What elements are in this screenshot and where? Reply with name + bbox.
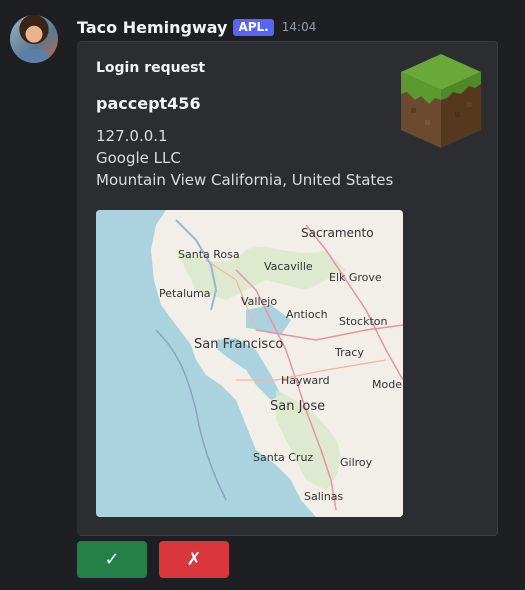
map-label-san-francisco: San Francisco	[194, 337, 283, 352]
map-label-elk-grove: Elk Grove	[329, 271, 382, 284]
map-label-hayward: Hayward	[281, 374, 330, 387]
embed-location: Mountain View California, United States	[96, 171, 394, 189]
app-badge: APL.	[233, 18, 274, 36]
map-label-vallejo: Vallejo	[241, 295, 277, 308]
message-header: Taco Hemingway APL. 14:04	[77, 15, 316, 39]
close-icon: ✗	[186, 549, 202, 570]
map-label-gilroy: Gilroy	[340, 456, 373, 469]
embed-org: Google LLC	[96, 149, 181, 167]
login-request-embed: Login request paccept456 127.0.0.1 Googl…	[77, 41, 498, 536]
embed-ip: 127.0.0.1	[96, 127, 168, 145]
map-label-tracy: Tracy	[334, 346, 364, 359]
map-label-santa-cruz: Santa Cruz	[253, 451, 313, 464]
map-label-san-jose: San Jose	[270, 399, 325, 414]
accept-button[interactable]: ✓	[77, 541, 147, 578]
map-label-vacaville: Vacaville	[264, 260, 313, 273]
grass-block-thumbnail[interactable]	[399, 52, 483, 150]
author-name[interactable]: Taco Hemingway	[77, 18, 227, 37]
map-label-modesto: Mode	[372, 378, 402, 391]
avatar[interactable]	[10, 15, 58, 63]
embed-username: paccept456	[96, 94, 201, 113]
map-label-petaluma: Petaluma	[159, 287, 211, 300]
deny-button[interactable]: ✗	[159, 541, 229, 578]
map-label-santa-rosa: Santa Rosa	[178, 248, 240, 261]
map-label-antioch: Antioch	[286, 308, 328, 321]
embed-title: Login request	[96, 60, 206, 76]
map-label-sacramento: Sacramento	[301, 226, 374, 240]
map-label-salinas: Salinas	[304, 490, 344, 503]
location-map[interactable]: Sacramento Santa Rosa Vacaville Elk Grov…	[96, 210, 403, 517]
check-icon: ✓	[104, 549, 120, 570]
message-timestamp[interactable]: 14:04	[282, 20, 317, 34]
map-label-stockton: Stockton	[339, 315, 387, 328]
avatar-shirt	[18, 49, 50, 63]
